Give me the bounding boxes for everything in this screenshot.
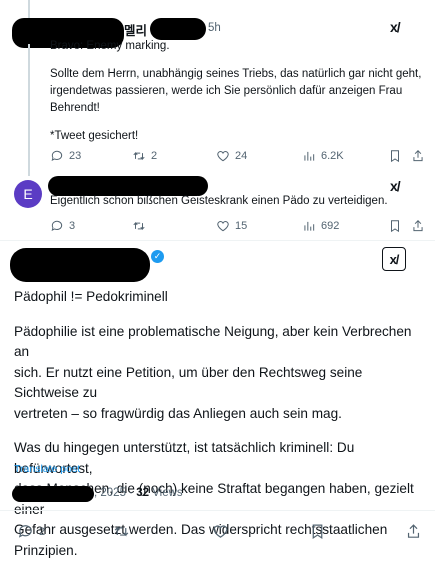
views-count: 6.2K [321,150,344,162]
share-button[interactable] [411,149,425,163]
avatar[interactable]: E [14,180,42,208]
bookmark-button[interactable] [388,149,402,163]
like-button[interactable]: 15 [216,219,247,233]
reply1-line [50,55,425,66]
verified-badge: ✓ [151,250,164,263]
share-button[interactable] [405,523,422,540]
reply-count: 3 [69,220,75,232]
grok-icon[interactable]: x/ [390,19,400,35]
reply1-line: Bravo: Enemy marking. [50,38,425,55]
reply-icon [50,149,64,163]
post-line: sich. Er nutzt eine Petition, um über de… [14,363,424,404]
thread-line [28,44,30,176]
heart-icon [216,219,230,233]
reply1-text: Bravo: Enemy marking. Sollte dem Herrn, … [50,38,425,145]
heart-icon [216,149,230,163]
post-line: Pädophil != Pedokriminell [14,287,424,308]
reply-button[interactable]: 3 [50,219,75,233]
redacted-timestamp [12,486,94,502]
share-button[interactable] [411,219,425,233]
share-icon [411,149,425,163]
post-time[interactable]: 5h [208,22,221,34]
reply1-line: *Tweet gesichert! [50,128,425,145]
bookmark-icon [309,523,326,540]
post-views-label: Views [149,487,183,499]
like-count: 15 [235,220,247,232]
repost-button[interactable]: 2 [132,149,157,163]
like-count: 24 [235,150,247,162]
display-name-fragment: 멜리 [124,20,147,39]
heart-icon [212,523,229,540]
divider [0,240,435,241]
repost-icon [113,523,130,540]
share-icon [411,219,425,233]
post-line: Prinzipien. [14,541,424,561]
reply-button[interactable]: 2 [17,523,45,540]
reply2-text: Eigentlich schon bißchen Geisteskrank ei… [50,193,420,210]
paragraph-gap [14,424,424,438]
post-text: Pädophil != Pedokriminell Pädophilie ist… [14,287,424,561]
views-button[interactable]: 6.2K [302,149,344,163]
post-date: , 2025 · [94,487,136,499]
like-button[interactable] [212,523,229,540]
views-count: 692 [321,220,339,232]
post-metadata: , 2025 · 32 Views [94,487,183,499]
grok-icon[interactable]: x/ [390,178,400,194]
bookmark-button[interactable] [309,523,326,540]
bookmark-button[interactable] [388,219,402,233]
reply1-line: Sollte dem Herrn, unabhängig seines Trie… [50,66,425,83]
reply1-line: irgendetwas passieren, werde ich Sie per… [50,83,425,100]
repost-icon [132,149,146,163]
reply-icon [17,523,34,540]
post-views-count: 32 [136,487,149,499]
repost-button[interactable] [113,523,130,540]
divider [0,510,435,511]
repost-icon [132,219,146,233]
grok-icon: x/ [390,252,399,267]
thread-line [28,0,30,20]
bookmark-icon [388,219,402,233]
views-icon [302,219,316,233]
share-icon [405,523,422,540]
reply-button[interactable]: 23 [50,149,81,163]
reply-count: 23 [69,150,81,162]
like-button[interactable]: 24 [216,149,247,163]
reply1-line: Behrendt! [50,100,425,117]
views-icon [302,149,316,163]
reply-icon [50,219,64,233]
paragraph-gap [14,308,424,322]
avatar-letter: E [23,186,32,202]
post-line: vertreten – so fragwürdig das Anliegen a… [14,404,424,425]
repost-button[interactable] [132,219,151,233]
repost-count: 2 [151,150,157,162]
translate-post-link[interactable]: Translate post [14,463,80,475]
reply1-line [50,117,425,128]
grok-button[interactable]: x/ [382,247,406,271]
reply-count: 2 [39,526,45,538]
post-line: Pädophilie ist eine problematische Neigu… [14,322,424,363]
bookmark-icon [388,149,402,163]
redacted-handle [150,18,206,40]
views-button[interactable]: 692 [302,219,339,233]
redacted-author [10,248,150,282]
